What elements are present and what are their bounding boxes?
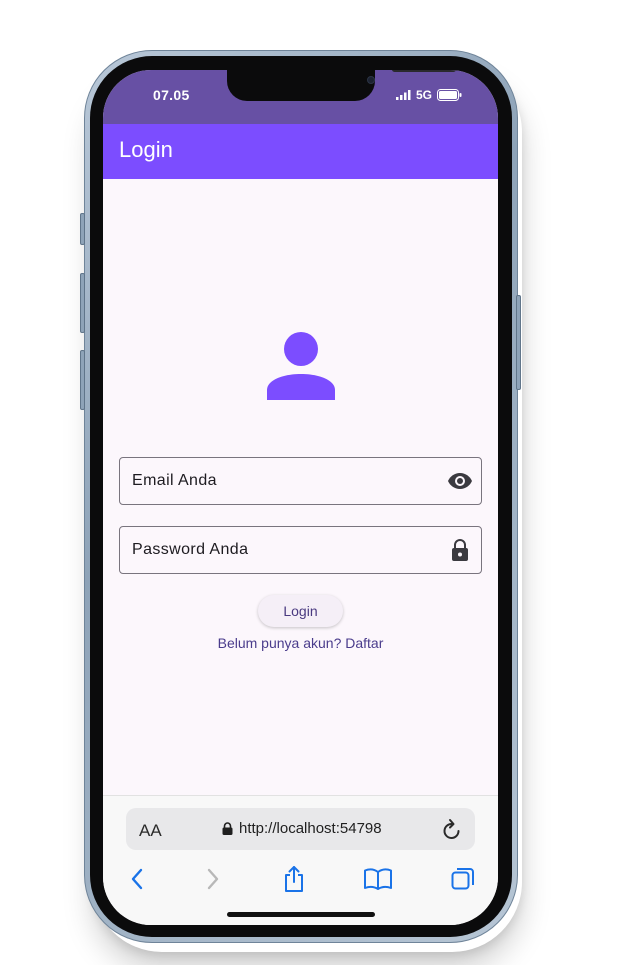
person-icon (267, 332, 335, 400)
url-text: http://localhost:54798 (239, 820, 382, 837)
app-bar: Login (103, 124, 498, 179)
register-link[interactable]: Belum punya akun? Daftar (103, 635, 498, 651)
phone-screen: 07.05 5G Login Email Anda Password Anda … (103, 70, 498, 925)
volume-down-button (80, 350, 85, 410)
password-field[interactable]: Password Anda (119, 526, 482, 574)
network-type: 5G (415, 88, 432, 102)
battery-icon (437, 89, 462, 101)
notch (227, 70, 456, 101)
bookmarks-icon[interactable] (363, 864, 393, 894)
home-indicator (227, 912, 375, 917)
share-icon[interactable] (279, 864, 309, 894)
password-placeholder: Password Anda (132, 541, 249, 558)
forward-icon[interactable] (198, 864, 228, 894)
email-placeholder: Email Anda (132, 472, 217, 489)
speaker-grille (392, 70, 456, 72)
volume-up-button (80, 273, 85, 333)
browser-toolbar: AA http://localhost:54798 (103, 795, 498, 925)
status-indicators: 5G (395, 88, 462, 102)
url-display[interactable]: http://localhost:54798 (222, 820, 382, 837)
reload-icon[interactable] (442, 818, 462, 845)
email-field[interactable]: Email Anda (119, 457, 482, 505)
power-button (516, 295, 521, 390)
text-size-button[interactable]: AA (139, 821, 162, 841)
address-bar[interactable]: AA http://localhost:54798 (126, 808, 475, 850)
front-camera (367, 76, 375, 84)
status-time: 07.05 (153, 87, 190, 103)
tabs-icon[interactable] (448, 864, 478, 894)
signal-icon (395, 90, 411, 100)
login-button[interactable]: Login (258, 595, 343, 627)
device-mockup: 07.05 5G Login Email Anda Password Anda … (0, 0, 618, 965)
status-bar: 07.05 5G (103, 70, 498, 124)
browser-nav (103, 864, 498, 896)
text-size-label: AA (139, 821, 162, 840)
mute-switch (80, 213, 85, 245)
back-icon[interactable] (122, 864, 152, 894)
lock-icon (222, 822, 233, 835)
page-title: Login (119, 137, 173, 162)
lock-icon (447, 537, 473, 563)
eye-icon[interactable] (447, 468, 473, 494)
